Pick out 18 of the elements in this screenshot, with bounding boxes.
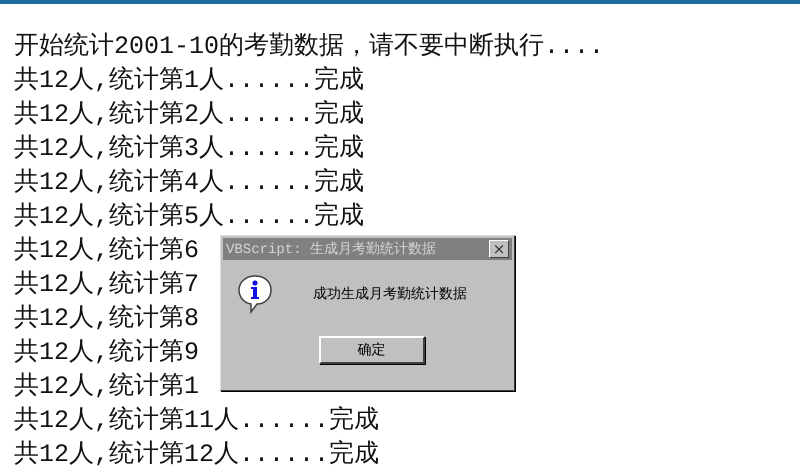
log-line: 共12人,统计第5人......完成 <box>14 200 364 233</box>
dialog-title: VBScript: 生成月考勤统计数据 <box>226 240 436 258</box>
log-line: 共12人,统计第3人......完成 <box>14 132 364 165</box>
ok-button[interactable]: 确定 <box>318 336 424 364</box>
log-line: 共12人,统计第9 <box>14 337 200 369</box>
log-line: 共12人,统计第2人......完成 <box>14 98 364 131</box>
log-line: 共12人,统计第4人......完成 <box>14 166 364 199</box>
log-line: 共12人,统计第8 <box>14 303 200 335</box>
log-line: 共12人,统计第1人......完成 <box>14 64 364 97</box>
log-line: 共12人,统计第12人......完成 <box>14 438 380 471</box>
log-line: 共12人,统计第7 <box>14 269 200 301</box>
info-icon <box>237 274 273 314</box>
log-line: 开始统计2001-10的考勤数据，请不要中断执行.... <box>14 31 604 63</box>
close-button[interactable]: × <box>489 240 509 258</box>
dialog-message: 成功生成月考勤统计数据 <box>313 285 467 303</box>
log-line: 共12人,统计第1 <box>14 371 200 403</box>
log-line: 共12人,统计第11人......完成 <box>14 404 380 437</box>
log-line: 共12人,统计第6 <box>14 235 200 267</box>
